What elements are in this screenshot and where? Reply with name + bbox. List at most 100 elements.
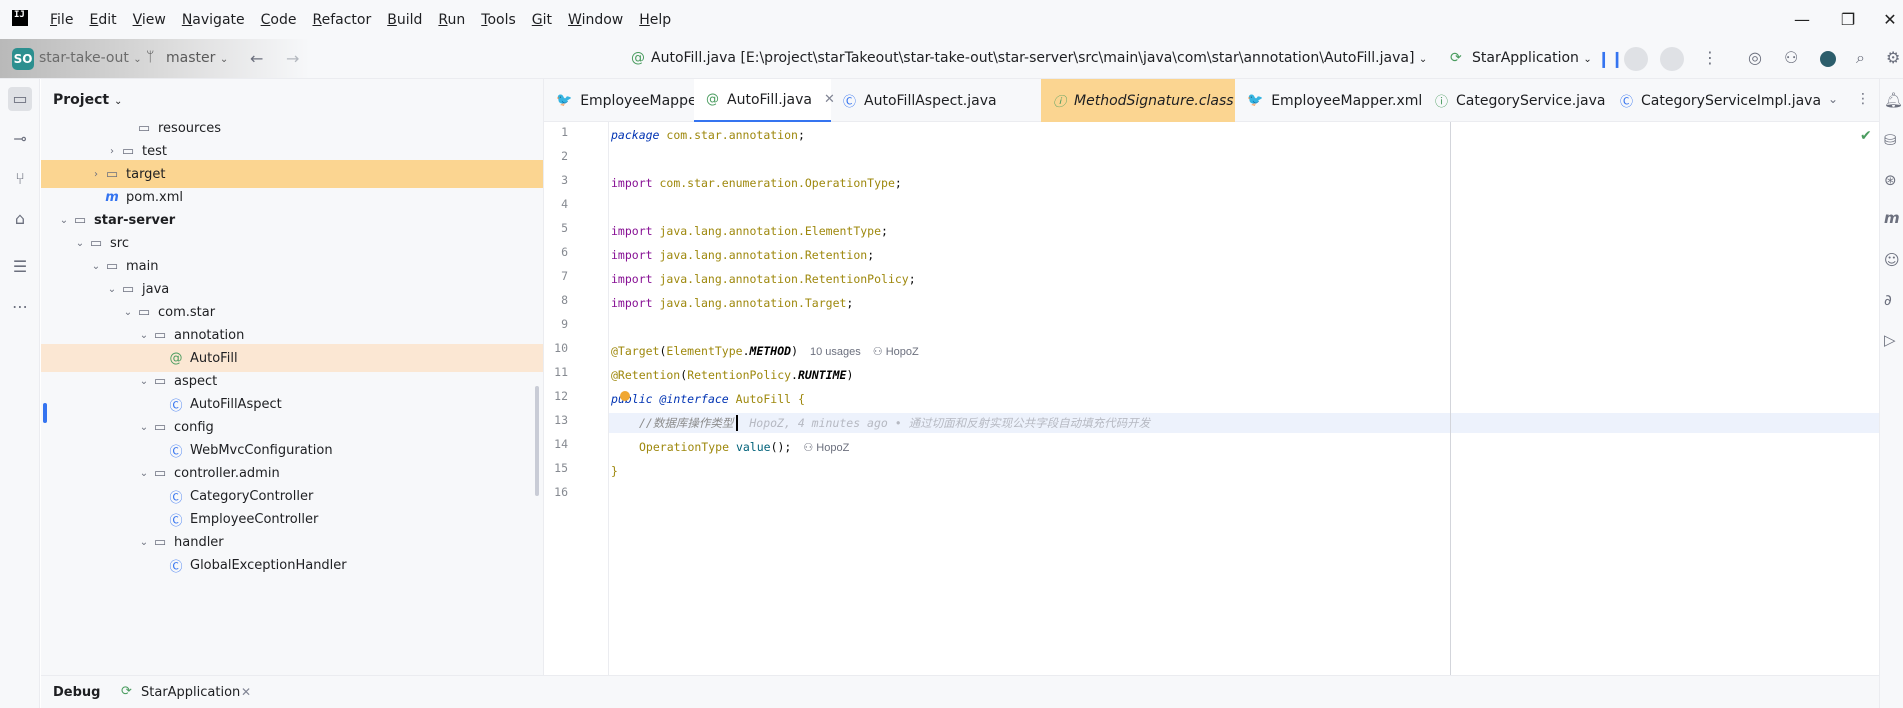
run-config-selector[interactable]: StarApplication ⌄ [1472,50,1592,66]
chevron-down-icon[interactable]: ⌄ [137,422,151,433]
more-actions-icon[interactable]: ⋮ [1702,48,1718,67]
line-number[interactable]: 15 [544,461,568,475]
menu-help[interactable]: Help [639,12,671,28]
branch-widget[interactable]: master ⌄ [166,50,228,66]
line-number[interactable]: 2 [544,149,568,163]
close-window-icon[interactable]: ✕ [1878,8,1902,32]
project-name[interactable]: star-take-out ⌄ [39,50,142,66]
class-icon: Ⓒ [843,95,857,110]
menu-git[interactable]: Git [532,12,552,28]
chevron-down-icon[interactable]: ⌄ [57,215,71,226]
chevron-down-icon[interactable]: ⌄ [121,307,135,318]
chevron-right-icon[interactable]: › [105,146,119,157]
commit-tool-icon[interactable]: ⊸ [8,127,32,151]
menu-refactor[interactable]: Refactor [312,12,371,28]
ai-assistant-icon[interactable]: ◎ [1748,48,1762,67]
menu-bar: IJ File Edit View Navigate Code Refactor… [0,0,1903,39]
usages-hint[interactable]: 10 usages [810,346,861,358]
line-number[interactable]: 3 [544,173,568,187]
menu-edit[interactable]: Edit [89,12,116,28]
debug-tab-label[interactable]: Debug [53,685,100,700]
menu-view[interactable]: View [133,12,166,28]
code-line-8: import java.lang.annotation.Target; [611,296,854,310]
menu-navigate[interactable]: Navigate [182,12,245,28]
line-number[interactable]: 5 [544,221,568,235]
tree-scrollbar[interactable] [535,386,539,496]
class-icon: Ⓒ [169,490,183,506]
line-number[interactable]: 8 [544,293,568,307]
more-tools-icon[interactable]: ⋯ [8,295,32,319]
line-number-gutter[interactable]: 1 2 3 4 5 6 7 8 9 10 11 12 13 14 15 16 [544,122,608,675]
project-tool-icon[interactable]: ▭ [8,87,32,111]
line-number[interactable]: 9 [544,317,568,331]
endpoints-icon[interactable]: ⊛ [1884,171,1903,189]
copilot-chat-icon[interactable]: ☺ [1884,251,1903,269]
git-blame-hint[interactable]: HopoZ, 4 minutes ago • 通过切面和反射实现公共字段自动填充… [749,416,1150,430]
code-editor[interactable]: 1 2 3 4 5 6 7 8 9 10 11 12 13 14 15 16 ✔ package com.st… [544,122,1879,675]
intellij-logo-icon[interactable]: IJ [12,10,28,26]
line-number[interactable]: 11 [544,365,568,379]
tab-list-chevron-icon[interactable]: ⌄ [1828,92,1838,106]
tab-autofill-aspect-java[interactable]: Ⓒ AutoFillAspect.java [831,79,1002,122]
settings-gear-icon[interactable]: ⚙ [1886,48,1900,67]
debug-session-tab[interactable]: StarApplication [141,685,240,700]
menu-run[interactable]: Run [438,12,465,28]
back-arrow-icon[interactable]: ← [250,49,263,68]
line-number[interactable]: 6 [544,245,568,259]
line-number[interactable]: 4 [544,197,568,211]
feather-icon[interactable]: ∂ [1884,291,1903,309]
tab-employee-mapper-java[interactable]: 🐦 EmployeeMapper.java [544,79,735,122]
author-hint[interactable]: ⚇ HopoZ [803,442,849,454]
author-hint[interactable]: ⚇ HopoZ [873,346,919,358]
debug-icon[interactable] [1624,47,1648,71]
chevron-down-icon[interactable]: ⌄ [105,284,119,295]
tab-autofill-java[interactable]: @ AutoFill.java ✕ [694,79,835,122]
tab-category-service-java[interactable]: ⓘ CategoryService.java [1423,79,1608,122]
tab-category-service-impl-java[interactable]: Ⓒ CategoryServiceImpl.java [1608,79,1821,122]
structure-icon[interactable]: ☰ [8,255,32,279]
menu-code[interactable]: Code [261,12,297,28]
package-icon: ▭ [153,327,167,343]
chevron-down-icon[interactable]: ⌄ [137,330,151,341]
line-number[interactable]: 10 [544,341,568,355]
chevron-down-icon[interactable]: ⌄ [73,238,87,249]
add-user-icon[interactable]: ⚇ [1784,48,1798,67]
menu-file[interactable]: File [50,12,73,28]
line-number[interactable]: 12 [544,389,568,403]
tab-more-icon[interactable]: ⋮ [1856,91,1870,107]
stop-icon[interactable] [1660,47,1684,71]
notifications-icon[interactable]: 🔔︎ [1884,91,1903,109]
restore-icon[interactable]: ❐ [1836,8,1860,32]
tree-item-globalexceptionhandler[interactable]: Ⓒ GlobalExceptionHandler [41,551,543,579]
run-panel-icon[interactable]: ▷ [1884,331,1903,349]
chevron-down-icon[interactable]: ⌄ [137,376,151,387]
line-number[interactable]: 7 [544,269,568,283]
menu-window[interactable]: Window [568,12,623,28]
search-icon[interactable]: ⌕ [1856,48,1865,68]
line-number[interactable]: 13 [544,413,568,427]
chevron-down-icon[interactable]: ⌄ [89,261,103,272]
line-number[interactable]: 16 [544,485,568,499]
database-icon[interactable]: ⛁ [1884,131,1903,149]
resume-icon[interactable]: ❙❙ [1597,49,1624,68]
minimize-icon[interactable]: — [1790,8,1814,32]
menu-build[interactable]: Build [387,12,422,28]
menu-tools[interactable]: Tools [481,12,516,28]
learn-icon[interactable]: ⌂ [8,207,32,231]
window-file-title[interactable]: @ AutoFill.java [E:\project\starTakeout\s… [631,50,1427,66]
forward-arrow-icon[interactable]: → [286,49,299,68]
tab-employee-mapper-xml[interactable]: 🐦 EmployeeMapper.xml [1235,79,1423,122]
chevron-right-icon[interactable]: › [89,169,103,180]
copilot-icon[interactable] [1820,51,1836,67]
line-number[interactable]: 1 [544,125,568,139]
intention-bulb-icon[interactable] [620,391,630,401]
no-problems-check-icon[interactable]: ✔ [1860,128,1872,144]
chevron-down-icon[interactable]: ⌄ [137,468,151,479]
close-debug-session-icon[interactable]: ✕ [241,685,251,699]
tab-method-signature-class[interactable]: ⓘ MethodSignature.class [1041,79,1235,122]
maven-icon[interactable]: m [1884,209,1903,227]
project-view-selector[interactable]: Project ⌄ [53,92,122,108]
chevron-down-icon[interactable]: ⌄ [137,537,151,548]
line-number[interactable]: 14 [544,437,568,451]
pull-requests-icon[interactable]: ⑂ [8,167,32,191]
